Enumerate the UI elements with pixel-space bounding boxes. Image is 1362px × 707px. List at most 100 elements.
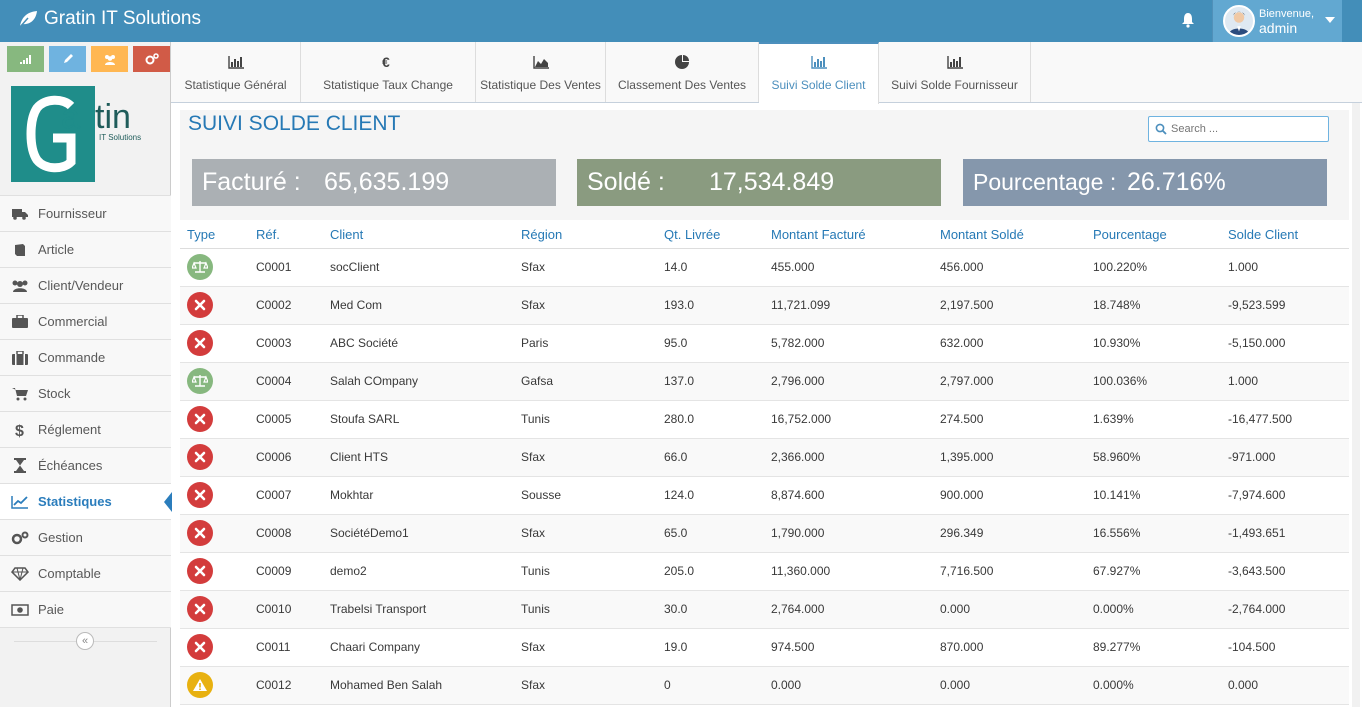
table-row[interactable]: C0003 ABC Société Paris 95.0 5,782.000 632.00… [180,324,1349,363]
shortcut-users-button[interactable] [91,46,128,72]
table-row[interactable]: C0009 demo2 Tunis 205.0 11,360.000 7,716.500 6… [180,552,1349,591]
sidebar-item-article[interactable]: Article [0,232,171,268]
times-circle-icon [187,520,213,546]
type-cell [180,362,249,401]
cell-region: Tunis [514,400,657,439]
cell-solde-client: -16,477.500 [1221,400,1349,439]
search-box[interactable] [1148,116,1329,142]
tab-classement-des-ventes[interactable]: Classement Des Ventes [606,42,759,102]
suitcase-icon [11,350,29,366]
balance-scale-icon [187,368,213,394]
tab-statistique-g-n-ral[interactable]: Statistique Général [171,42,301,102]
scrollbar[interactable] [1352,103,1360,707]
table-row[interactable]: C0008 SociétéDemo1 Sfax 65.0 1,790.000 296.34… [180,514,1349,553]
table-row[interactable]: C0011 Chaari Company Sfax 19.0 974.500 870.00… [180,628,1349,667]
sidebar-item-client-vendeur[interactable]: Client/Vendeur [0,268,171,304]
type-cell [180,590,249,629]
column-header[interactable]: Solde Client [1221,221,1349,249]
table-row[interactable]: C0002 Med Com Sfax 193.0 11,721.099 2,197.500… [180,286,1349,325]
column-header[interactable]: Région [514,221,657,249]
brand[interactable]: Gratin IT Solutions [18,8,201,30]
column-header[interactable]: Client [323,221,514,249]
cell-pct: 0.000% [1086,666,1221,705]
shortcut-settings-button[interactable] [133,46,170,72]
tab-statistique-taux-change[interactable]: € Statistique Taux Change [301,42,476,102]
cell-client: Client HTS [323,438,514,477]
cell-ref: C0004 [249,362,323,401]
chart-line-icon [11,494,29,510]
column-header[interactable]: Pourcentage [1086,221,1221,249]
welcome-text: Bienvenue, [1259,8,1315,20]
cell-facture: 5,782.000 [764,324,933,363]
sidebar-item-paie[interactable]: Paie [0,592,171,628]
times-circle-icon [187,444,213,470]
cell-qt: 124.0 [657,476,764,515]
table-row[interactable]: C0005 Stoufa SARL Tunis 280.0 16,752.000 274.… [180,400,1349,439]
collapse-sidebar-button[interactable]: « [76,632,94,650]
cell-facture: 974.500 [764,628,933,667]
warning-icon [187,672,213,698]
column-header[interactable]: Qt. Livrée [657,221,764,249]
tab-suivi-solde-client[interactable]: Suivi Solde Client [759,42,879,104]
cart-icon [11,386,29,402]
username: admin [1259,20,1298,36]
column-header[interactable]: Montant Facturé [764,221,933,249]
shortcut-edit-button[interactable] [49,46,86,72]
times-circle-icon [187,406,213,432]
table-row[interactable]: C0007 Mokhtar Sousse 124.0 8,874.600 900.000 1… [180,476,1349,515]
caret-down-icon [1325,17,1335,23]
svg-text:€: € [382,55,390,69]
sidebar-item-statistiques[interactable]: Statistiques [0,484,172,520]
cell-qt: 205.0 [657,552,764,591]
table-row[interactable]: C0012 Mohamed Ben Salah Sfax 0 0.000 0.000 0.0… [180,666,1349,705]
cell-region: Sfax [514,628,657,667]
bell-icon[interactable] [1180,12,1196,28]
solde-summary: Soldé : 17,534.849 [577,159,941,206]
column-header[interactable]: Réf. [249,221,323,249]
cell-solde: 900.000 [933,476,1086,515]
cell-solde: 2,797.000 [933,362,1086,401]
column-header[interactable]: Montant Soldé [933,221,1086,249]
table-row[interactable]: C0006 Client HTS Sfax 66.0 2,366.000 1,395.00… [180,438,1349,477]
table-row[interactable]: C0004 Salah COmpany Gafsa 137.0 2,796.000 2,7… [180,362,1349,401]
search-input[interactable] [1171,120,1321,138]
sidebar-item-gestion[interactable]: Gestion [0,520,171,556]
cell-solde-client: -7,974.600 [1221,476,1349,515]
tab-suivi-solde-fournisseur[interactable]: Suivi Solde Fournisseur [879,42,1031,102]
cell-region: Paris [514,324,657,363]
sidebar-item-r-glement[interactable]: $ Réglement [0,412,171,448]
cell-solde-client: -9,523.599 [1221,286,1349,325]
user-menu[interactable]: Bienvenue, admin [1212,0,1342,42]
sidebar-item-label: Fournisseur [38,206,107,221]
sidebar-item-commercial[interactable]: Commercial [0,304,171,340]
sidebar-item-comptable[interactable]: Comptable [0,556,171,592]
sidebar-item-stock[interactable]: Stock [0,376,171,412]
sidebar-item-label: Gestion [38,530,83,545]
users-icon [11,278,29,294]
sidebar-item-fournisseur[interactable]: Fournisseur [0,196,171,232]
table-row[interactable]: C0010 Trabelsi Transport Tunis 30.0 2,764.00… [180,590,1349,629]
cell-facture: 2,796.000 [764,362,933,401]
pourcentage-label: Pourcentage : [973,169,1117,195]
times-circle-icon [187,634,213,660]
sidebar-item-commande[interactable]: Commande [0,340,171,376]
bar-chart-icon [810,52,827,72]
cell-facture: 11,721.099 [764,286,933,325]
navbar: Gratin IT Solutions Bienvenue, admin [0,0,1362,42]
pencil-icon [63,54,73,63]
cell-pct: 58.960% [1086,438,1221,477]
cell-solde-client: -104.500 [1221,628,1349,667]
column-header[interactable]: Type [180,221,249,249]
cell-ref: C0007 [249,476,323,515]
sidebar: a tin IT Solutions Fournisseur Article Cli… [0,42,172,707]
money-icon [11,602,29,618]
pourcentage-summary: Pourcentage : 26.716% [963,159,1327,206]
table-row[interactable]: C0001 socClient Sfax 14.0 455.000 456.000 100.… [180,248,1349,287]
sidebar-item--ch-ances[interactable]: Échéances [0,448,171,484]
cell-qt: 137.0 [657,362,764,401]
tab-statistique-des-ventes[interactable]: Statistique Des Ventes [476,42,606,102]
company-logo[interactable]: a tin IT Solutions [9,84,159,184]
shortcut-stats-button[interactable] [7,46,44,72]
cell-region: Sfax [514,248,657,287]
cell-solde-client: -3,643.500 [1221,552,1349,591]
